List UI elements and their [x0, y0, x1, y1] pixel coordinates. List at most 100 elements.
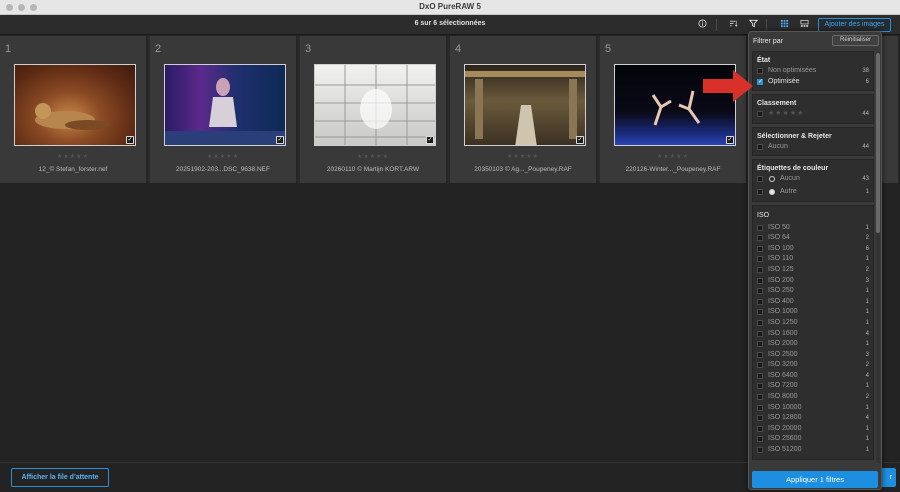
checkbox[interactable]	[757, 341, 763, 348]
show-queue-button[interactable]: Afficher la file d'attente	[11, 468, 109, 487]
filter-option-iso[interactable]: ISO 25600 1	[757, 434, 869, 445]
checkbox[interactable]	[757, 256, 763, 263]
checkbox[interactable]	[757, 224, 763, 231]
filter-scrollbar[interactable]	[876, 51, 880, 463]
filter-option[interactable]: Autre 1	[757, 187, 869, 198]
filter-option-iso[interactable]: ISO 400 1	[757, 297, 869, 308]
filter-option[interactable]: Aucun 43	[757, 174, 869, 185]
rating-stars[interactable]: ★★★★★	[300, 153, 446, 160]
selected-checkbox[interactable]: ✓	[576, 136, 584, 144]
checkbox[interactable]	[757, 447, 763, 454]
thumbnail-card[interactable]: 2 ✓ ★★★★★ 20251902-203...DSC_9638.NEF	[150, 36, 298, 183]
filter-option-count: 1	[865, 425, 869, 432]
filter-option-iso[interactable]: ISO 125 2	[757, 265, 869, 276]
checkbox-checked[interactable]	[757, 77, 763, 87]
add-images-button[interactable]: Ajouter des images	[818, 18, 891, 32]
rating-stars[interactable]: ★★★★★	[600, 153, 746, 160]
filter-option-label: ISO 25600	[768, 435, 802, 443]
scrollbar-thumb[interactable]	[876, 53, 880, 233]
thumbnail-card[interactable]: 3 ✓ ★★★★★ 20260110 © Martijn KORT.ARW	[300, 36, 448, 183]
info-icon[interactable]	[697, 19, 708, 30]
checkbox[interactable]	[757, 176, 763, 183]
filter-option-iso[interactable]: ISO 1250 1	[757, 318, 869, 329]
apply-filters-button[interactable]: Appliquer 1 filtres	[752, 471, 878, 488]
selected-checkbox[interactable]: ✓	[126, 136, 134, 144]
checkbox[interactable]	[757, 319, 763, 326]
leopard-photo[interactable]: ✓	[14, 64, 136, 146]
filter-option-count: 1	[865, 224, 869, 231]
filter-option-iso[interactable]: ISO 20000 1	[757, 424, 869, 435]
checkbox[interactable]	[757, 266, 763, 273]
thumbnail-card[interactable]: 4 ✓ ★★★★★ 20350103 © Ag..._Poupeney.RAF	[450, 36, 598, 183]
checkbox[interactable]	[757, 351, 763, 358]
filter-option-iso[interactable]: ISO 2000 1	[757, 339, 869, 350]
filter-option-iso[interactable]: ISO 8000 2	[757, 392, 869, 403]
compare-view-icon[interactable]	[799, 19, 810, 30]
filter-option-label: ISO 2500	[768, 350, 798, 358]
checkbox[interactable]	[757, 415, 763, 422]
filter-option-iso[interactable]: ISO 2500 3	[757, 350, 869, 361]
opera-hall-photo[interactable]: ✓	[464, 64, 586, 146]
filter-option-iso[interactable]: ISO 250 1	[757, 286, 869, 297]
filter-option-label: ISO 1250	[768, 318, 798, 326]
filter-option-iso[interactable]: ISO 3200 2	[757, 360, 869, 371]
color-label-filled-icon	[769, 188, 775, 195]
thumbnail-card[interactable]: 1 ✓ ★★★★★ 12_© Stefan_forster.nef	[0, 36, 148, 183]
filter-option-iso[interactable]: ISO 7200 1	[757, 381, 869, 392]
checkbox[interactable]	[757, 425, 763, 432]
filter-option[interactable]: Non optimisées 38	[757, 66, 869, 77]
checkbox[interactable]	[757, 277, 763, 284]
filter-option-iso[interactable]: ISO 50 1	[757, 223, 869, 234]
filter-option-iso[interactable]: ISO 1000 1	[757, 307, 869, 318]
checkbox[interactable]	[757, 111, 763, 118]
checkbox[interactable]	[757, 309, 763, 316]
checkbox[interactable]	[757, 288, 763, 295]
grid-view-icon[interactable]	[779, 19, 790, 30]
rating-stars[interactable]: ★★★★★	[0, 153, 146, 160]
filter-icon[interactable]	[748, 19, 759, 30]
filter-option-count: 38	[862, 68, 869, 74]
checkbox[interactable]	[757, 188, 763, 195]
checkbox[interactable]	[757, 330, 763, 337]
filter-option[interactable]: Aucun 44	[757, 142, 869, 153]
filter-option-label: ISO 200	[768, 276, 794, 284]
filter-option[interactable]: Optimisée 6	[757, 77, 869, 87]
checkbox[interactable]	[757, 235, 763, 242]
thumbnail-card[interactable]: 5 ✓ ★★★★★ 220126-Winter..._Poupeney.RAF	[600, 36, 748, 183]
rating-stars[interactable]: ★★★★★	[450, 153, 596, 160]
thumbnail-number: 3	[305, 43, 312, 55]
filter-option-iso[interactable]: ISO 51200 1	[757, 445, 869, 456]
filter-option-iso[interactable]: ISO 6400 4	[757, 371, 869, 382]
title-bar: DxO PureRAW 5	[0, 0, 900, 15]
selected-checkbox[interactable]: ✓	[426, 136, 434, 144]
checkbox[interactable]	[757, 143, 763, 150]
filter-option-iso[interactable]: ISO 110 1	[757, 254, 869, 265]
selected-checkbox[interactable]: ✓	[726, 136, 734, 144]
selected-checkbox[interactable]: ✓	[276, 136, 284, 144]
filter-option-iso[interactable]: ISO 1600 4	[757, 329, 869, 340]
section-title: Étiquettes de couleur	[757, 165, 829, 173]
woman-neon-photo[interactable]: ✓	[164, 64, 286, 146]
checkbox[interactable]	[757, 68, 763, 74]
filter-option-iso[interactable]: ISO 10000 1	[757, 403, 869, 414]
filter-option-iso[interactable]: ISO 64 2	[757, 233, 869, 244]
filter-option-iso[interactable]: ISO 12800 4	[757, 413, 869, 424]
checkbox[interactable]	[757, 298, 763, 305]
checkbox[interactable]	[757, 245, 763, 252]
rating-stars[interactable]: ★★★★★	[150, 153, 296, 160]
sort-icon[interactable]	[728, 19, 739, 30]
filter-option[interactable]: ★★★★★ 44	[757, 109, 869, 120]
checkbox[interactable]	[757, 404, 763, 411]
filter-option-iso[interactable]: ISO 100 6	[757, 244, 869, 255]
library-photo[interactable]: ✓	[314, 64, 436, 146]
filter-option-label: ISO 50	[768, 223, 790, 231]
reset-filters-button[interactable]: Réinitialiser	[832, 35, 879, 46]
filter-option-iso[interactable]: ISO 200 3	[757, 276, 869, 287]
thumbnail-filename: 20251902-203...DSC_9638.NEF	[176, 166, 270, 173]
checkbox[interactable]	[757, 383, 763, 390]
checkbox[interactable]	[757, 362, 763, 369]
checkbox[interactable]	[757, 372, 763, 379]
checkbox[interactable]	[757, 436, 763, 443]
checkbox[interactable]	[757, 394, 763, 401]
section-title: État	[757, 57, 771, 64]
